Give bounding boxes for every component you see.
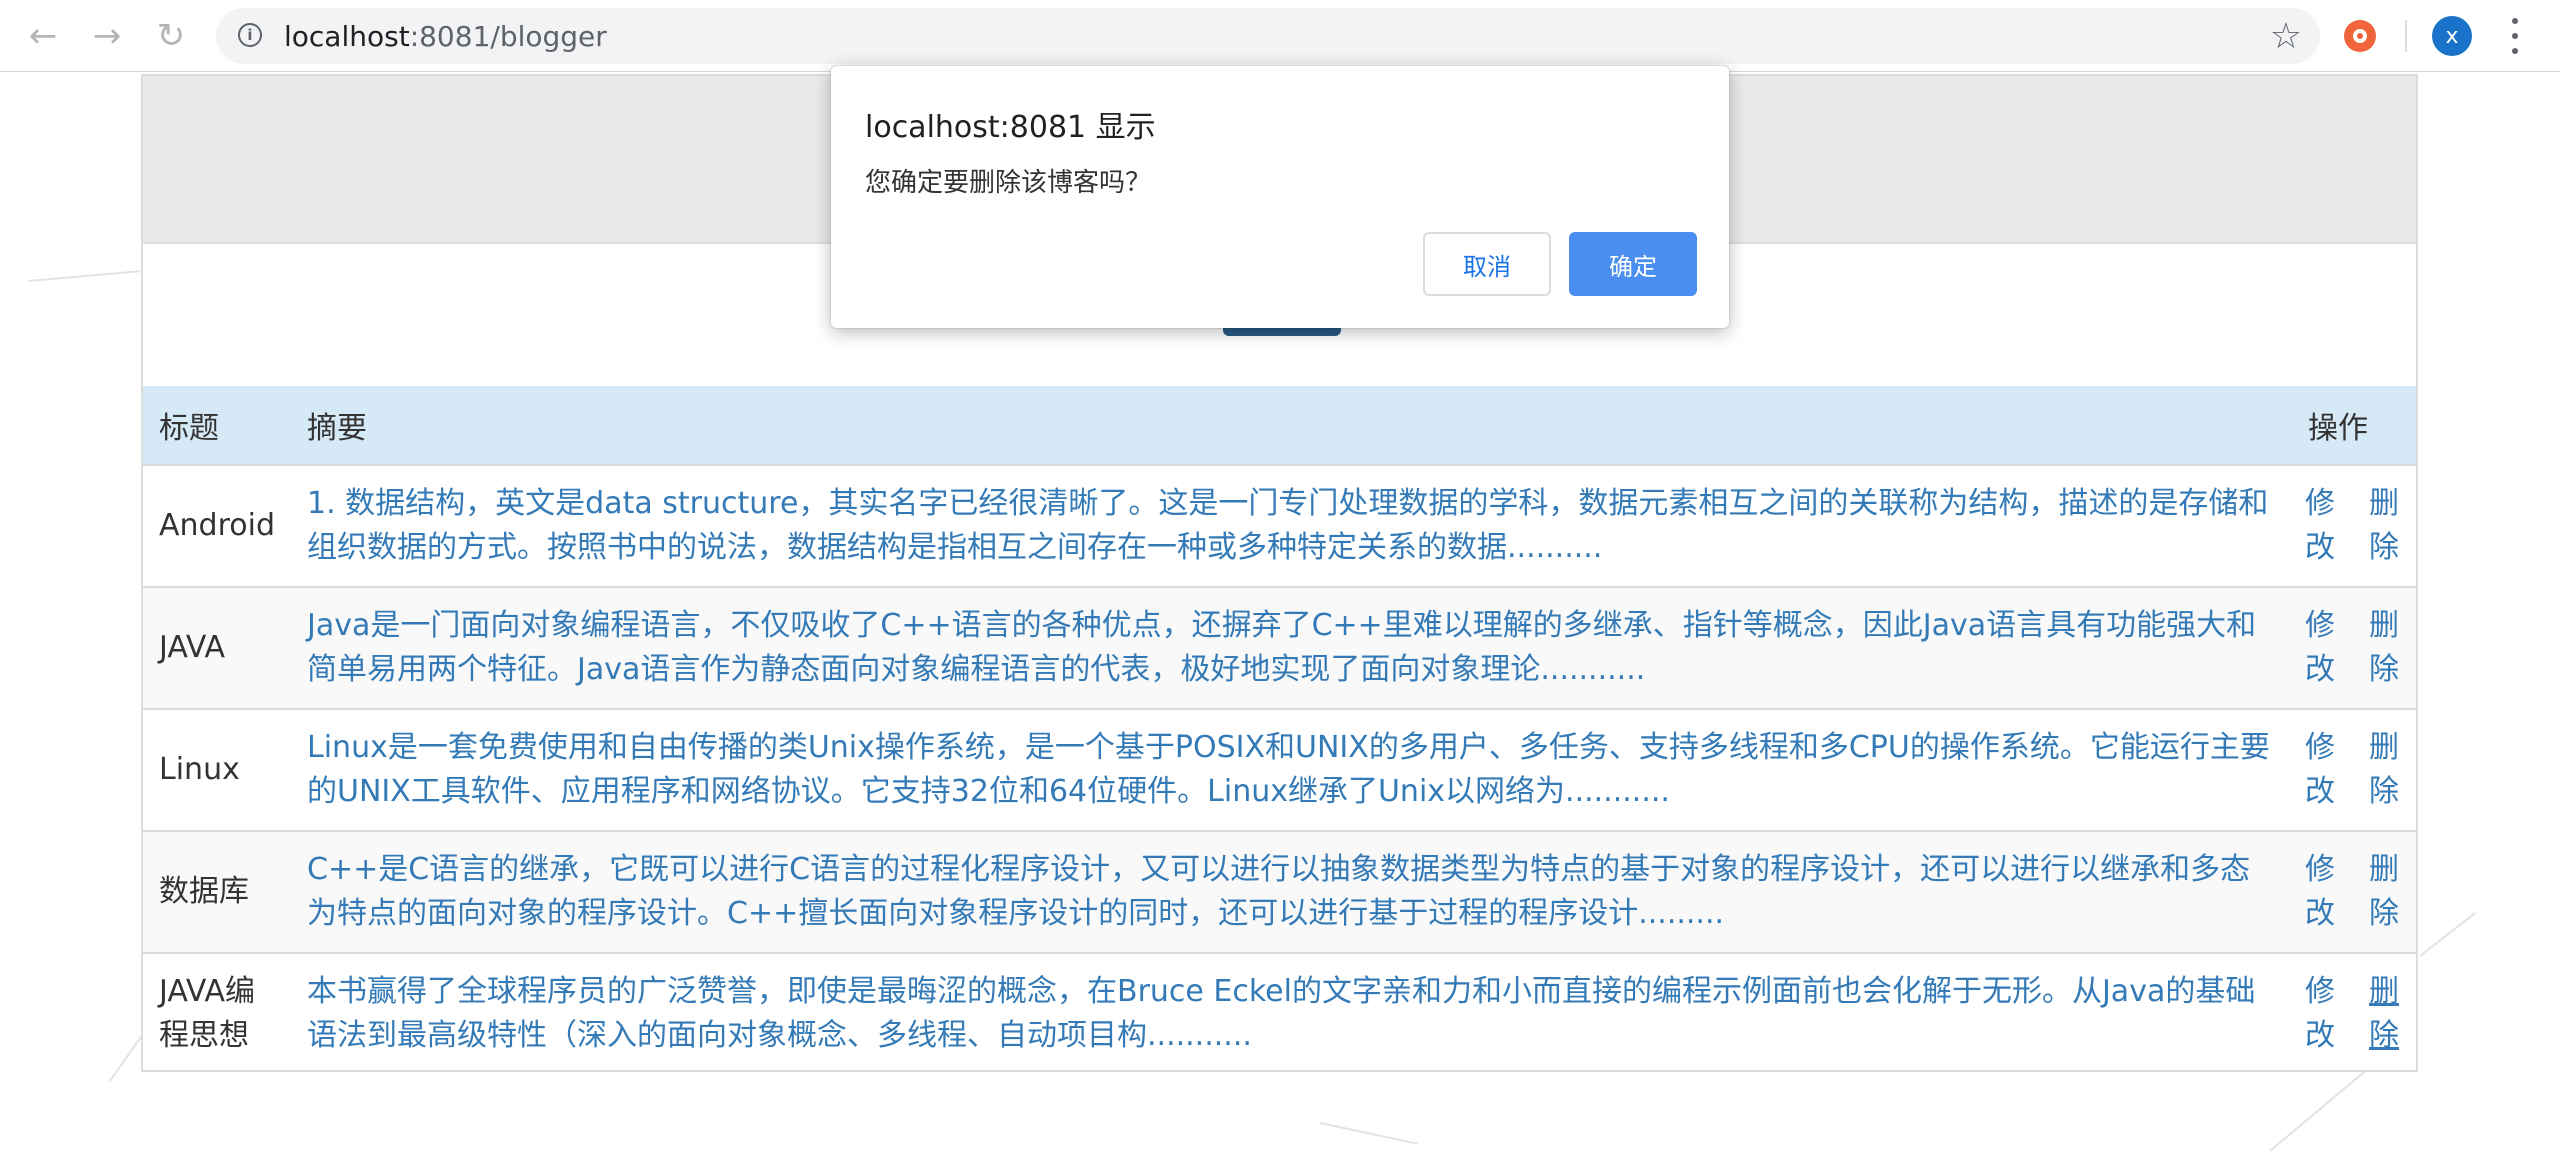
delete-link[interactable]: 删除 <box>2352 586 2416 709</box>
reload-icon: ↻ <box>156 16 186 56</box>
delete-link[interactable]: 删除 <box>2352 952 2416 1074</box>
browser-toolbar: ← → ↻ i localhost:8081/blogger ☆ x <box>0 0 2560 72</box>
site-info-icon[interactable]: i <box>238 23 262 47</box>
profile-initial: x <box>2445 23 2459 49</box>
info-glyph: i <box>247 26 253 44</box>
background-line <box>2269 1066 2371 1152</box>
blog-summary[interactable]: 本书赢得了全球程序员的广泛赞誉，即使是最晦涩的概念，在Bruce Eckel的文… <box>291 952 2288 1074</box>
table-row: Linux Linux是一套免费使用和自由传播的类Unix操作系统，是一个基于P… <box>143 708 2416 831</box>
table-row: 数据库 C++是C语言的继承，它既可以进行C语言的过程化程序设计，又可以进行以抽… <box>143 830 2416 953</box>
background-line <box>1319 1122 1419 1145</box>
delete-link[interactable]: 删除 <box>2352 830 2416 953</box>
back-arrow-icon: ← <box>28 16 58 56</box>
blog-summary[interactable]: C++是C语言的继承，它既可以进行C语言的过程化程序设计，又可以进行以抽象数据类… <box>291 830 2288 953</box>
table-row: Android 1. 数据结构，英文是data structure，其实名字已经… <box>143 464 2416 587</box>
confirm-button[interactable]: 确定 <box>1569 232 1697 296</box>
table-row: JAVA编程思想 本书赢得了全球程序员的广泛赞誉，即使是最晦涩的概念，在Bruc… <box>143 952 2416 1074</box>
edit-link[interactable]: 修改 <box>2288 952 2352 1074</box>
blog-title: JAVA编程思想 <box>143 952 291 1074</box>
bookmark-star-icon[interactable]: ☆ <box>2270 16 2302 57</box>
background-line <box>2419 912 2476 957</box>
confirm-dialog: localhost:8081 显示 您确定要删除该博客吗？ 取消 确定 <box>831 66 1729 328</box>
back-button[interactable]: ← <box>18 12 68 60</box>
edit-link[interactable]: 修改 <box>2288 586 2352 709</box>
table-row: JAVA Java是一门面向对象编程语言，不仅吸收了C++语言的各种优点，还摒弃… <box>143 586 2416 709</box>
edit-link[interactable]: 修改 <box>2288 464 2352 587</box>
blog-table: 标题 摘要 操作 Android 1. 数据结构，英文是data structu… <box>143 386 2416 1074</box>
blog-title: JAVA <box>143 586 291 709</box>
blog-title: Android <box>143 464 291 587</box>
delete-link[interactable]: 删除 <box>2352 464 2416 587</box>
table-header-row: 标题 摘要 操作 <box>143 386 2416 466</box>
header-operations: 操作 <box>2288 386 2416 466</box>
forward-button[interactable]: → <box>82 12 132 60</box>
dialog-title: localhost:8081 显示 <box>865 110 1156 145</box>
cancel-button[interactable]: 取消 <box>1423 232 1551 296</box>
blog-title: 数据库 <box>143 830 291 953</box>
extension-icon[interactable] <box>2344 20 2376 52</box>
header-summary: 摘要 <box>291 386 2288 466</box>
header-title: 标题 <box>143 386 291 466</box>
profile-avatar[interactable]: x <box>2432 16 2472 56</box>
blog-title: Linux <box>143 708 291 831</box>
url-path: :8081/blogger <box>409 20 607 53</box>
blog-summary[interactable]: 1. 数据结构，英文是data structure，其实名字已经很清晰了。这是一… <box>291 464 2288 587</box>
edit-link[interactable]: 修改 <box>2288 830 2352 953</box>
star-glyph: ☆ <box>2269 16 2302 57</box>
blog-summary[interactable]: Java是一门面向对象编程语言，不仅吸收了C++语言的各种优点，还摒弃了C++里… <box>291 586 2288 709</box>
blog-summary[interactable]: Linux是一套免费使用和自由传播的类Unix操作系统，是一个基于POSIX和U… <box>291 708 2288 831</box>
delete-link[interactable]: 删除 <box>2352 708 2416 831</box>
reload-button[interactable]: ↻ <box>146 12 196 60</box>
toolbar-divider <box>2405 20 2407 52</box>
url-host: localhost <box>284 20 410 53</box>
address-bar[interactable]: i localhost:8081/blogger ☆ <box>216 8 2320 64</box>
dialog-message: 您确定要删除该博客吗？ <box>865 168 1152 198</box>
url-text[interactable]: localhost:8081/blogger <box>284 20 607 53</box>
browser-menu-icon[interactable] <box>2500 14 2530 58</box>
edit-link[interactable]: 修改 <box>2288 708 2352 831</box>
forward-arrow-icon: → <box>92 16 122 56</box>
background-line <box>27 270 140 282</box>
